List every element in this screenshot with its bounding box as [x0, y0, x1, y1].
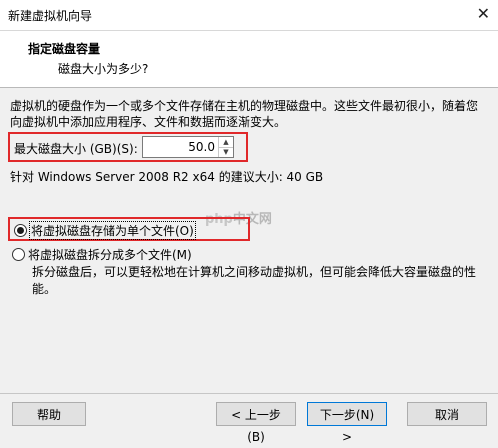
- help-button[interactable]: 帮助: [12, 402, 86, 426]
- max-disk-size-group: 最大磁盘大小 (GB)(S): ▲ ▼: [8, 132, 248, 162]
- page-title: 指定磁盘容量: [28, 42, 101, 56]
- max-disk-size-label: 最大磁盘大小 (GB)(S):: [14, 142, 138, 156]
- back-button[interactable]: < 上一步(B): [216, 402, 296, 444]
- store-single-file-option[interactable]: 将虚拟磁盘存储为单个文件(O): [8, 217, 250, 241]
- title-bar: 新建虚拟机向导 ✕: [0, 0, 498, 31]
- single-file-label[interactable]: 将虚拟磁盘存储为单个文件(O): [29, 221, 196, 240]
- page-subtitle: 磁盘大小为多少?: [58, 62, 149, 76]
- disk-description: 虚拟机的硬盘作为一个或多个文件存储在主机的物理磁盘中。这些文件最初很小，随着您向…: [10, 99, 479, 129]
- close-icon[interactable]: ✕: [477, 4, 490, 23]
- recommended-size-text: 针对 Windows Server 2008 R2 x64 的建议大小: 40 …: [10, 170, 324, 184]
- split-files-radio[interactable]: [12, 248, 25, 261]
- radio-selected-dot: [17, 227, 24, 234]
- cancel-button[interactable]: 取消: [407, 402, 487, 426]
- next-button[interactable]: 下一步(N) >: [307, 402, 387, 444]
- footer-divider: [0, 393, 498, 394]
- max-disk-size-input[interactable]: [143, 137, 219, 157]
- single-file-radio[interactable]: [14, 224, 27, 237]
- spinner-arrows[interactable]: ▲ ▼: [218, 137, 233, 157]
- max-disk-size-spinner[interactable]: ▲ ▼: [142, 136, 234, 158]
- split-files-label[interactable]: 将虚拟磁盘拆分成多个文件(M): [28, 246, 192, 263]
- split-files-description: 拆分磁盘后，可以更轻松地在计算机之间移动虚拟机，但可能会降低大容量磁盘的性能。: [32, 265, 477, 296]
- wizard-header: 指定磁盘容量 磁盘大小为多少?: [0, 31, 498, 88]
- spinner-down-icon[interactable]: ▼: [219, 147, 233, 157]
- window-title: 新建虚拟机向导: [8, 9, 93, 23]
